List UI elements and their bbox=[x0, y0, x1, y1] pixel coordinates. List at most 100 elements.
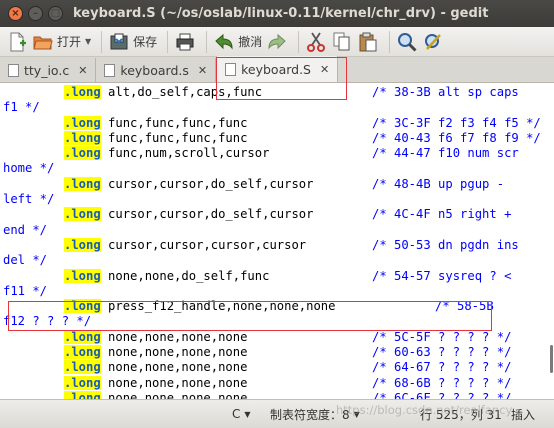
copy-icon bbox=[331, 31, 353, 53]
paste-icon bbox=[357, 31, 379, 53]
cut-button[interactable] bbox=[305, 29, 327, 55]
tab-label: keyboard.S bbox=[241, 61, 311, 77]
code-line: .long cursor,cursor,do_self,cursor /* 48-… bbox=[3, 176, 504, 192]
open-button[interactable]: 打开 ▼ bbox=[32, 29, 91, 55]
code-line: .long press_f12_handle,none,none,none /* … bbox=[3, 299, 494, 314]
cut-icon bbox=[305, 31, 327, 53]
comment-text: /* 54-57 sysreq ? < bbox=[372, 268, 512, 283]
close-tab-icon[interactable]: ✕ bbox=[320, 63, 329, 76]
code-area[interactable]: .long alt,do_self,caps,func /* 38-3B alt … bbox=[3, 85, 541, 399]
code-line: .long cursor,cursor,do_self,cursor /* 4C-… bbox=[3, 207, 511, 222]
directive-keyword: .long bbox=[64, 85, 101, 99]
code-line: .long none,none,none,none /* 64-67 ? ? ? … bbox=[3, 360, 511, 375]
redo-icon bbox=[266, 31, 288, 53]
search-icon bbox=[396, 31, 418, 53]
code-line: .long func,num,scroll,cursor /* 44-47 f10… bbox=[3, 146, 519, 161]
code-line: .long cursor,cursor,cursor,cursor /* 50-5… bbox=[3, 237, 519, 253]
print-icon bbox=[174, 31, 196, 53]
vertical-scrollbar[interactable] bbox=[548, 83, 554, 399]
window-title: keyboard.S (~/os/oslab/linux-0.11/kernel… bbox=[73, 6, 489, 21]
minimize-window-button[interactable]: – bbox=[28, 6, 43, 21]
toolbar-separator bbox=[389, 30, 391, 53]
code-text: none,none,none,none bbox=[100, 375, 248, 390]
comment-text: /* 44-47 f10 num scr bbox=[372, 146, 519, 161]
tab-tty-io[interactable]: tty_io.c ✕ bbox=[0, 58, 97, 82]
chevron-down-icon: ▼ bbox=[244, 409, 251, 419]
code-text: cursor,cursor,do_self,cursor bbox=[100, 176, 314, 191]
toolbar-separator bbox=[167, 30, 169, 53]
code-line: .long none,none,none,none /* 60-63 ? ? ? … bbox=[3, 345, 511, 360]
directive-keyword: .long bbox=[64, 360, 101, 375]
tab-label: tty_io.c bbox=[24, 62, 70, 78]
save-label: 保存 bbox=[133, 35, 158, 49]
document-icon bbox=[225, 62, 237, 76]
comment-text: /* 4C-4F n5 right + bbox=[372, 207, 512, 222]
comment-text: f12 ? ? ? */ bbox=[3, 314, 92, 329]
undo-button[interactable]: 撤消 bbox=[213, 29, 262, 55]
code-line: .long none,none,do_self,func /* 54-57 sys… bbox=[3, 268, 511, 284]
code-text: none,none,none,none bbox=[100, 345, 248, 360]
comment-text: /* 38-3B alt sp caps bbox=[372, 85, 519, 99]
insert-mode-label: 插入 bbox=[511, 407, 536, 422]
code-line: f1 */ bbox=[3, 100, 91, 115]
window-controls: × – □ bbox=[8, 6, 63, 21]
comment-text: /* 3C-3F f2 f3 f4 f5 */ bbox=[372, 115, 541, 130]
language-label: C bbox=[232, 407, 241, 421]
comment-text: f1 */ bbox=[3, 100, 40, 115]
tab-label: keyboard.s bbox=[120, 62, 189, 78]
comment-text: /* 60-63 ? ? ? ? */ bbox=[372, 345, 512, 360]
toolbar-separator bbox=[298, 30, 300, 53]
code-text: func,num,scroll,cursor bbox=[100, 146, 270, 161]
comment-text: /* 64-67 ? ? ? ? */ bbox=[372, 360, 512, 375]
new-document-icon bbox=[6, 31, 28, 53]
close-tab-icon[interactable]: ✕ bbox=[198, 64, 207, 77]
maximize-window-button[interactable]: □ bbox=[48, 6, 63, 21]
language-selector[interactable]: C ▼ bbox=[232, 407, 251, 421]
open-dropdown-icon[interactable]: ▼ bbox=[85, 37, 91, 46]
comment-text: /* 5C-5F ? ? ? ? */ bbox=[372, 329, 512, 344]
code-line: .long alt,do_self,caps,func /* 38-3B alt … bbox=[3, 85, 519, 100]
save-button[interactable]: 保存 bbox=[108, 29, 157, 55]
comment-text: /* 6C-6F ? ? ? ? */ bbox=[372, 390, 512, 399]
redo-button[interactable] bbox=[266, 29, 288, 55]
directive-keyword: .long bbox=[64, 329, 101, 344]
directive-keyword: .long bbox=[64, 299, 101, 314]
title-bar: × – □ keyboard.S (~/os/oslab/linux-0.11/… bbox=[0, 0, 554, 27]
document-icon bbox=[104, 63, 116, 77]
find-replace-button[interactable] bbox=[422, 29, 444, 55]
code-text: cursor,cursor,do_self,cursor bbox=[100, 207, 314, 222]
comment-text: /* 58-5B bbox=[435, 299, 494, 314]
code-line: .long func,func,func,func /* 40-43 f6 f7 … bbox=[3, 130, 541, 146]
code-text: none,none,none,none bbox=[100, 390, 248, 399]
comment-text: home */ bbox=[3, 161, 55, 176]
scroll-thumb[interactable] bbox=[550, 345, 553, 373]
code-text: cursor,cursor,cursor,cursor bbox=[100, 237, 307, 252]
comment-text: /* 40-43 f6 f7 f8 f9 */ bbox=[372, 130, 541, 145]
tab-keyboard-s-lower[interactable]: keyboard.s ✕ bbox=[96, 58, 217, 82]
code-text: alt,do_self,caps,func bbox=[100, 85, 263, 99]
copy-button[interactable] bbox=[331, 29, 353, 55]
code-line: end */ bbox=[3, 223, 91, 238]
new-button[interactable] bbox=[6, 29, 28, 55]
close-tab-icon[interactable]: ✕ bbox=[78, 64, 87, 77]
open-label: 打开 bbox=[57, 35, 82, 49]
print-button[interactable] bbox=[174, 29, 196, 55]
comment-text: /* 68-6B ? ? ? ? */ bbox=[372, 375, 512, 390]
code-line: .long none,none,none,none /* 5C-5F ? ? ? … bbox=[3, 329, 511, 345]
text-editor[interactable]: .long alt,do_self,caps,func /* 38-3B alt … bbox=[0, 83, 554, 399]
code-line: .long func,func,func,func /* 3C-3F f2 f3 … bbox=[3, 115, 541, 131]
watermark: https://blog.csdn.net/realfancy bbox=[336, 403, 513, 417]
code-line: del */ bbox=[3, 253, 91, 268]
tab-keyboard-s-upper[interactable]: keyboard.S ✕ bbox=[216, 56, 339, 82]
undo-icon bbox=[213, 31, 235, 53]
directive-keyword: .long bbox=[64, 375, 101, 390]
code-text: func,func,func,func bbox=[100, 115, 248, 130]
code-line: f12 ? ? ? */ bbox=[3, 314, 91, 329]
directive-keyword: .long bbox=[64, 390, 101, 399]
insert-mode: 插入 bbox=[511, 406, 535, 423]
paste-button[interactable] bbox=[357, 29, 379, 55]
close-window-button[interactable]: × bbox=[8, 6, 23, 21]
find-button[interactable] bbox=[396, 29, 418, 55]
code-text: none,none,none,none bbox=[100, 329, 248, 344]
code-line: home */ bbox=[3, 161, 91, 176]
